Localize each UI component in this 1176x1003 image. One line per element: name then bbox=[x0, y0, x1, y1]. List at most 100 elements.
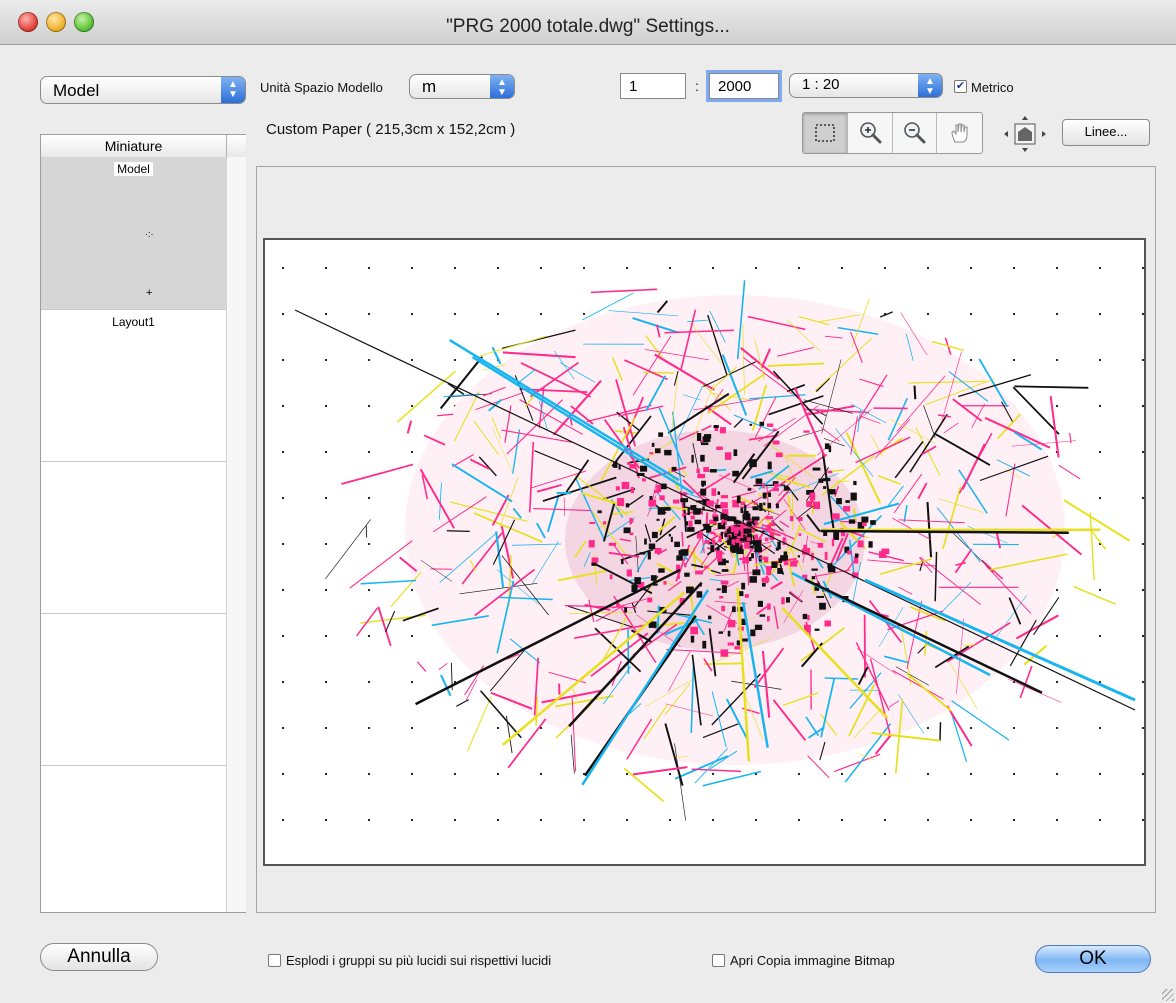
street-line bbox=[406, 420, 413, 434]
street-line bbox=[455, 699, 469, 707]
grid-dot bbox=[324, 772, 328, 776]
building-block bbox=[798, 517, 803, 522]
fit-page-icon[interactable] bbox=[1002, 114, 1048, 154]
paper-preview[interactable] bbox=[263, 238, 1146, 866]
building-block bbox=[676, 555, 683, 561]
building-block bbox=[713, 516, 719, 522]
grid-dot bbox=[1141, 496, 1144, 500]
marquee-select-tool[interactable] bbox=[803, 113, 848, 153]
building-block bbox=[797, 555, 801, 558]
building-block bbox=[597, 510, 602, 514]
building-block bbox=[709, 469, 717, 473]
resize-grip-icon[interactable] bbox=[1162, 989, 1174, 1001]
explode-groups-checkbox[interactable] bbox=[268, 954, 281, 967]
thumbnail-layout1[interactable]: Layout1 bbox=[41, 310, 226, 462]
building-block bbox=[711, 488, 717, 496]
building-block bbox=[685, 521, 689, 526]
building-block bbox=[824, 443, 830, 450]
units-select-value: m bbox=[422, 77, 437, 96]
building-block bbox=[615, 486, 620, 491]
building-block bbox=[720, 495, 729, 499]
zoom-in-icon bbox=[859, 122, 882, 144]
grid-dot bbox=[1098, 726, 1102, 730]
scale-denominator-field[interactable]: 2000 bbox=[709, 73, 779, 99]
building-block bbox=[759, 557, 766, 560]
grid-dot bbox=[969, 266, 973, 270]
building-block bbox=[654, 547, 662, 554]
thumbnails-scrollbar[interactable] bbox=[226, 157, 246, 912]
space-select[interactable]: Model ▲ ▼ bbox=[40, 76, 246, 104]
building-block bbox=[807, 614, 810, 621]
building-block bbox=[762, 492, 767, 499]
building-block bbox=[640, 465, 648, 472]
building-block bbox=[658, 432, 664, 437]
grid-dot bbox=[281, 818, 285, 822]
street-line bbox=[702, 770, 762, 787]
building-block bbox=[824, 551, 828, 560]
street-line bbox=[590, 288, 658, 294]
building-block bbox=[761, 577, 770, 582]
street-line bbox=[691, 768, 741, 773]
grid-dot bbox=[1055, 266, 1059, 270]
street-line bbox=[879, 311, 893, 318]
thumbnail-model[interactable]: Model ·:· + bbox=[41, 157, 226, 310]
grid-dot bbox=[926, 312, 930, 316]
building-block bbox=[736, 495, 741, 504]
building-block bbox=[709, 531, 715, 535]
building-block bbox=[743, 528, 752, 534]
building-block bbox=[741, 582, 746, 590]
grid-dot bbox=[324, 404, 328, 408]
street-line bbox=[1063, 499, 1131, 542]
scale-preset-value: 1 : 20 bbox=[802, 76, 840, 93]
grid-dot bbox=[840, 772, 844, 776]
building-block bbox=[744, 594, 749, 598]
grid-dot bbox=[324, 634, 328, 638]
building-block bbox=[648, 499, 657, 507]
building-block bbox=[634, 577, 641, 585]
building-block bbox=[656, 518, 660, 521]
building-block bbox=[850, 492, 857, 501]
building-block bbox=[817, 542, 824, 548]
building-block bbox=[668, 533, 672, 537]
street-line bbox=[446, 530, 470, 533]
building-block bbox=[732, 470, 740, 477]
zoom-out-tool[interactable] bbox=[893, 113, 938, 153]
building-block bbox=[674, 541, 680, 548]
building-block bbox=[828, 489, 836, 495]
building-block bbox=[710, 545, 715, 553]
open-bitmap-checkbox[interactable] bbox=[712, 954, 725, 967]
metric-checkbox[interactable]: ✔ bbox=[954, 80, 967, 93]
building-block bbox=[754, 540, 762, 548]
grid-dot bbox=[410, 312, 414, 316]
scale-numerator-field[interactable]: 1 bbox=[620, 73, 686, 99]
scale-preset-select[interactable]: 1 : 20 ▲ ▼ bbox=[789, 73, 943, 98]
grid-dot bbox=[1055, 726, 1059, 730]
street-line bbox=[791, 493, 794, 530]
building-block bbox=[733, 449, 738, 457]
building-block bbox=[762, 582, 766, 587]
building-block bbox=[816, 595, 825, 598]
grid-dot bbox=[410, 634, 414, 638]
street-line bbox=[1069, 432, 1072, 444]
grid-dot bbox=[969, 312, 973, 316]
linee-button[interactable]: Linee... bbox=[1062, 119, 1150, 146]
building-block bbox=[697, 508, 702, 514]
cancel-button[interactable]: Annulla bbox=[40, 943, 158, 971]
building-block bbox=[721, 519, 725, 523]
ok-button[interactable]: OK bbox=[1035, 945, 1151, 973]
grid-dot bbox=[1098, 450, 1102, 454]
building-block bbox=[627, 462, 631, 465]
building-block bbox=[753, 502, 758, 505]
grid-dot bbox=[711, 818, 715, 822]
building-block bbox=[699, 531, 703, 535]
zoom-in-tool[interactable] bbox=[848, 113, 893, 153]
grid-dot bbox=[367, 588, 371, 592]
units-select[interactable]: m ▲ ▼ bbox=[409, 74, 515, 99]
grid-dot bbox=[281, 266, 285, 270]
thumbnail-preview-mark: + bbox=[146, 287, 153, 299]
building-block bbox=[771, 561, 778, 568]
building-block bbox=[775, 503, 779, 509]
grid-dot bbox=[281, 450, 285, 454]
hand-pan-tool[interactable] bbox=[937, 113, 982, 153]
grid-dot bbox=[367, 680, 371, 684]
